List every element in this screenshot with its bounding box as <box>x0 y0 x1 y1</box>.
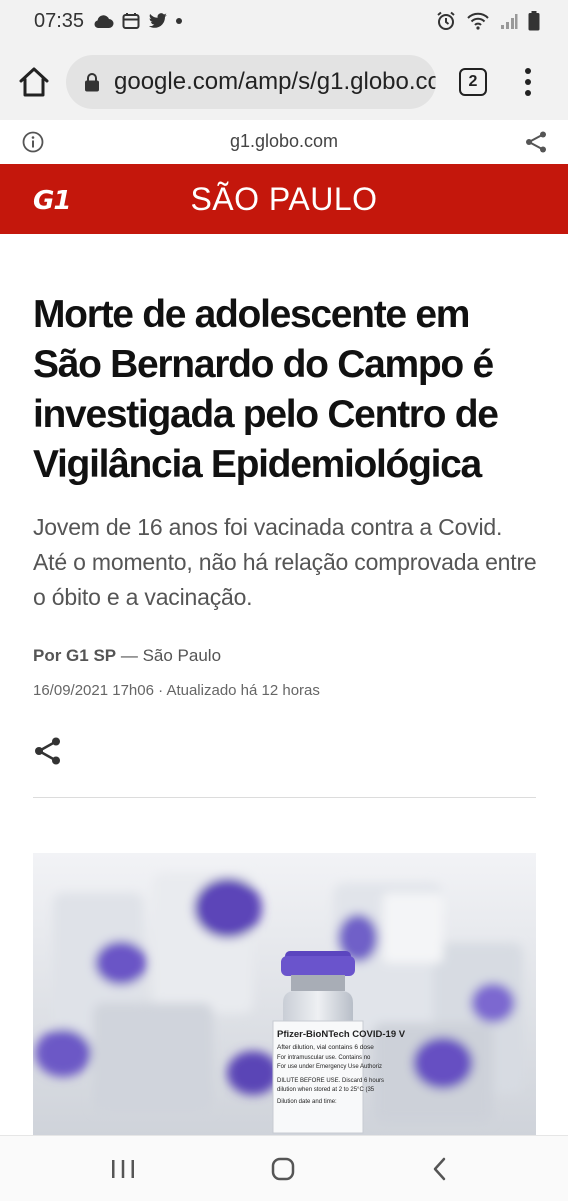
amp-header: g1.globo.com <box>0 120 568 165</box>
svg-text:For use under Emergency Use Au: For use under Emergency Use Authoriz <box>277 1064 382 1070</box>
status-time: 07:35 <box>34 10 85 32</box>
svg-text:For intramuscular use. Contain: For intramuscular use. Contains no <box>277 1055 371 1061</box>
address-bar[interactable]: google.com/amp/s/g1.globo.com <box>66 55 436 109</box>
divider <box>33 797 536 798</box>
article-byline: Por G1 SP — São Paulo <box>33 646 221 666</box>
section-title[interactable]: SÃO PAULO <box>0 181 568 218</box>
status-right-icons <box>436 10 540 32</box>
svg-text:After dilution, vial contains: After dilution, vial contains 6 dose <box>277 1044 374 1051</box>
dot-icon <box>176 18 182 24</box>
back-icon[interactable] <box>430 1156 450 1182</box>
amp-domain: g1.globo.com <box>229 131 339 151</box>
svg-text:Pfizer-BioNTech COVID-19 V: Pfizer-BioNTech COVID-19 V <box>277 1029 406 1040</box>
signal-icon <box>501 14 518 29</box>
system-nav-bar <box>0 1135 568 1201</box>
address-text[interactable]: google.com/amp/s/g1.globo.com <box>114 68 436 96</box>
status-bar: 07:35 <box>0 0 568 44</box>
article-dateline: 16/09/2021 17h06 · Atualizado há 12 hora… <box>33 682 320 699</box>
svg-text:DILUTE BEFORE USE. Discard 6 h: DILUTE BEFORE USE. Discard 6 hours <box>277 1078 384 1084</box>
lock-icon <box>85 73 99 92</box>
svg-text:dilution when stored at 2 to 2: dilution when stored at 2 to 25°C (35 <box>277 1087 375 1093</box>
more-menu-icon[interactable] <box>518 66 538 98</box>
alarm-icon <box>437 11 455 30</box>
cloud-icon <box>94 15 114 28</box>
article-photo[interactable]: Pfizer-BioNTech COVID-19 V After dilutio… <box>33 853 536 1135</box>
vaccine-vials-image: Pfizer-BioNTech COVID-19 V After dilutio… <box>33 853 536 1135</box>
tab-switcher-button[interactable]: 2 <box>459 68 487 96</box>
status-left-icons <box>92 10 182 32</box>
share-icon[interactable] <box>33 736 63 766</box>
article-subtitle: Jovem de 16 anos foi vacinada contra a C… <box>33 514 537 610</box>
article-headline: Morte de adolescente em São Bernardo do … <box>33 293 499 486</box>
battery-icon <box>528 11 540 31</box>
wifi-icon <box>467 12 489 30</box>
byline-location: — São Paulo <box>116 646 222 665</box>
section-banner: G1 SÃO PAULO <box>0 164 568 234</box>
twitter-icon <box>148 13 167 28</box>
calendar-icon <box>122 13 140 29</box>
home-icon[interactable] <box>16 64 52 100</box>
byline-author: Por G1 SP <box>33 646 117 665</box>
recent-apps-icon[interactable] <box>110 1158 136 1180</box>
browser-toolbar: google.com/amp/s/g1.globo.com 2 <box>0 44 568 120</box>
share-icon[interactable] <box>524 130 548 154</box>
svg-text:Dilution date and time:: Dilution date and time: <box>277 1099 337 1105</box>
home-nav-icon[interactable] <box>270 1156 296 1182</box>
